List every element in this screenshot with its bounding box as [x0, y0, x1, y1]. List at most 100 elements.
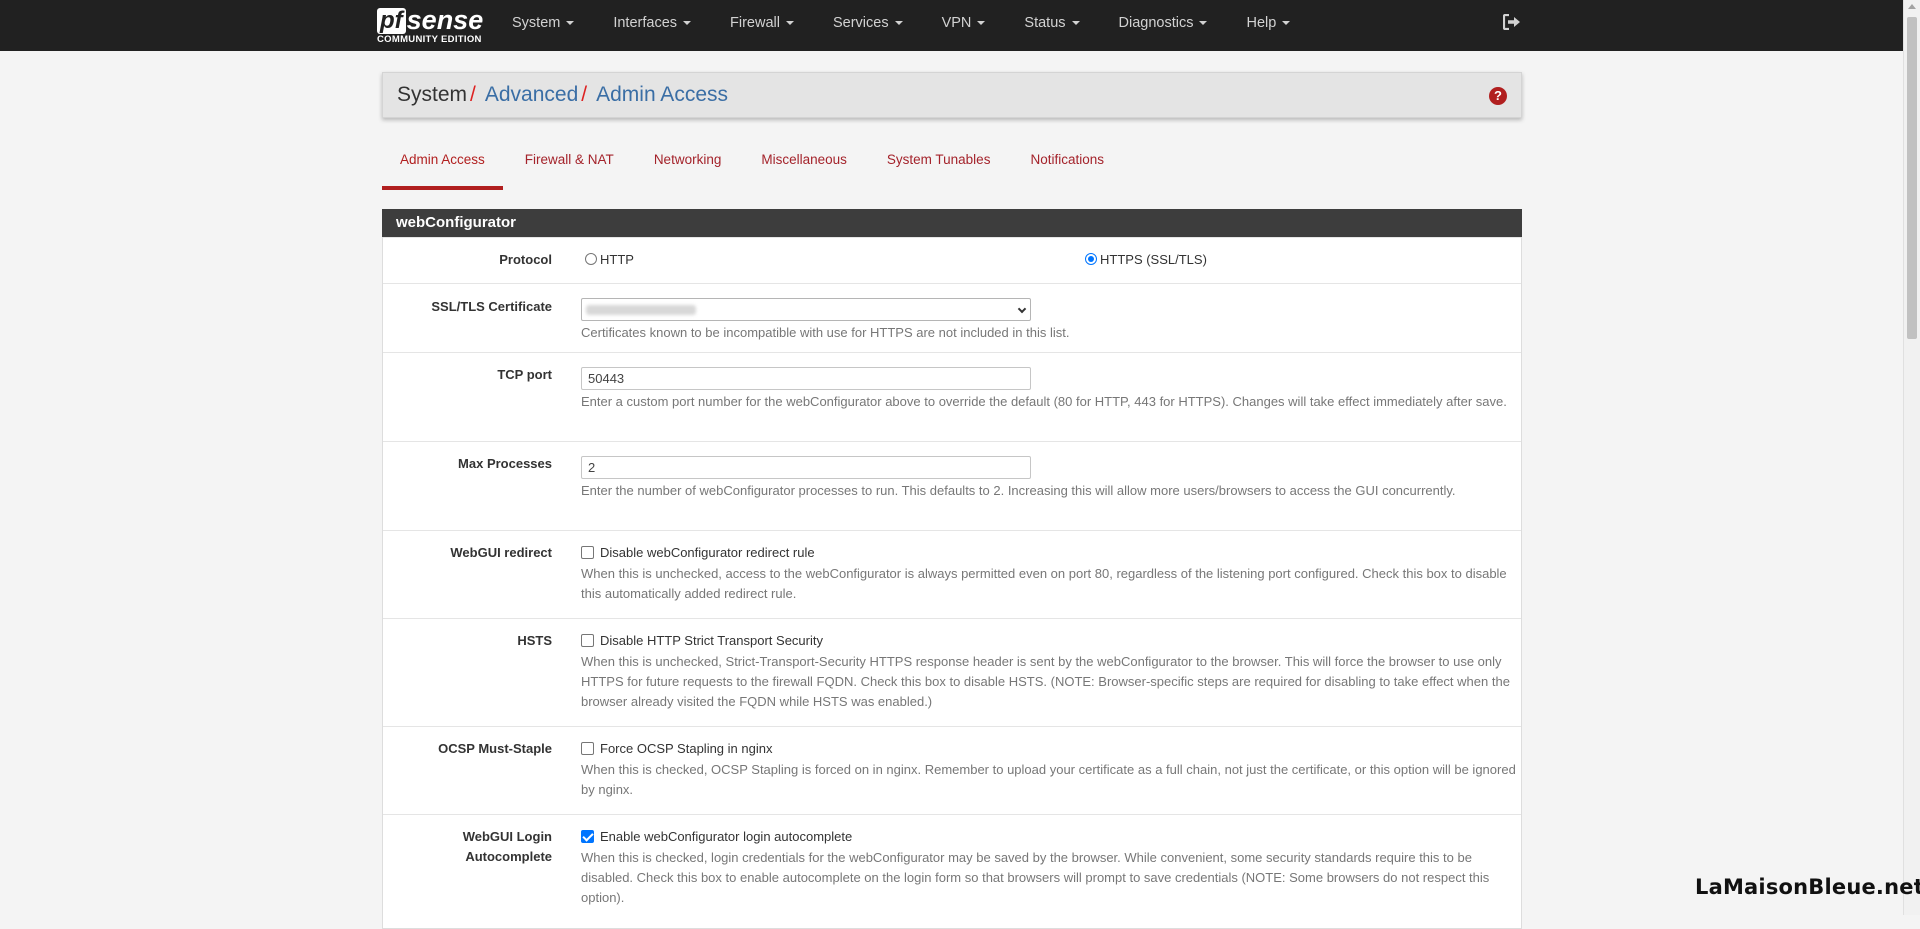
sign-out-icon[interactable]	[1502, 13, 1523, 34]
ssl-cert-label: SSL/TLS Certificate	[431, 299, 552, 314]
login-autocomplete-option[interactable]: Enable webConfigurator login autocomplet…	[581, 829, 852, 844]
max-processes-label: Max Processes	[458, 456, 552, 471]
ocsp-checkbox-label: Force OCSP Stapling in nginx	[600, 741, 773, 756]
webconfigurator-panel: webConfigurator Protocol HTTP HTTPS (SSL…	[382, 209, 1522, 929]
tcp-port-help: Enter a custom port number for the webCo…	[581, 394, 1507, 409]
nav-label: Help	[1246, 15, 1277, 31]
nav-label: Firewall	[730, 15, 780, 31]
https-radio-label: HTTPS (SSL/TLS)	[1100, 252, 1207, 267]
breadcrumb-system: System	[397, 83, 468, 106]
caret-down-icon	[1071, 21, 1080, 26]
webgui-redirect-checkbox[interactable]	[581, 546, 594, 559]
ocsp-help: When this is checked, OCSP Stapling is f…	[581, 762, 1516, 797]
login-autocomplete-label-line2: Autocomplete	[465, 849, 552, 864]
ssl-cert-select[interactable]	[581, 298, 1031, 321]
hsts-checkbox[interactable]	[581, 634, 594, 647]
login-autocomplete-checkbox[interactable]	[581, 830, 594, 843]
ocsp-checkbox[interactable]	[581, 742, 594, 755]
main-menu: System Interfaces Firewall Services VPN …	[512, 0, 1329, 51]
webgui-redirect-row: WebGUI redirect Disable webConfigurator …	[383, 530, 1521, 618]
nav-system[interactable]: System	[512, 0, 593, 51]
ssl-cert-field: Certificates known to be incompatible wi…	[581, 298, 1516, 343]
breadcrumb-separator: /	[470, 83, 476, 106]
cert-name-redacted	[586, 305, 696, 315]
nav-vpn[interactable]: VPN	[942, 0, 1005, 51]
login-autocomplete-checkbox-label: Enable webConfigurator login autocomplet…	[600, 829, 853, 844]
login-autocomplete-row: WebGUI Login Autocomplete Enable webConf…	[383, 814, 1521, 922]
page-scrollbar[interactable]	[1903, 0, 1920, 915]
nav-help[interactable]: Help	[1246, 0, 1309, 51]
chevron-down-icon	[1017, 304, 1027, 314]
protocol-label: Protocol	[499, 252, 552, 267]
breadcrumb-separator: /	[581, 83, 588, 106]
ocsp-option[interactable]: Force OCSP Stapling in nginx	[581, 741, 772, 756]
hsts-option[interactable]: Disable HTTP Strict Transport Security	[581, 633, 823, 648]
nav-firewall[interactable]: Firewall	[730, 0, 813, 51]
caret-down-icon	[683, 21, 692, 26]
tab-bar: Admin Access Firewall & NAT Networking M…	[382, 142, 1126, 190]
scroll-up-icon[interactable]	[1908, 4, 1916, 9]
tab-firewall-nat[interactable]: Firewall & NAT	[507, 142, 632, 188]
top-navbar: pf sense COMMUNITY EDITION System Interfa…	[0, 0, 1903, 51]
breadcrumb-admin-access[interactable]: Admin Access	[596, 83, 728, 106]
max-processes-field: 2 Enter the number of webConfigurator pr…	[581, 456, 1516, 501]
nav-label: VPN	[941, 15, 972, 31]
tab-notifications[interactable]: Notifications	[1012, 142, 1122, 188]
ocsp-field: Force OCSP Stapling in nginx When this i…	[581, 739, 1516, 800]
breadcrumb-advanced[interactable]: Advanced	[485, 83, 578, 106]
ssl-cert-help: Certificates known to be incompatible wi…	[581, 325, 1070, 340]
pfsense-logo[interactable]: pf sense COMMUNITY EDITION	[377, 4, 487, 46]
navbar-container: pf sense COMMUNITY EDITION System Interfa…	[377, 0, 1523, 51]
nav-interfaces[interactable]: Interfaces	[613, 0, 710, 51]
scrollbar-thumb[interactable]	[1907, 17, 1917, 339]
hsts-label: HSTS	[517, 633, 552, 648]
caret-down-icon	[894, 21, 903, 26]
breadcrumb-trail: System / Advanced / Admin Access	[397, 73, 728, 117]
tab-system-tunables[interactable]: System Tunables	[869, 142, 1009, 188]
max-processes-input[interactable]: 2	[581, 456, 1031, 479]
tab-admin-access[interactable]: Admin Access	[382, 142, 503, 190]
tab-miscellaneous[interactable]: Miscellaneous	[743, 142, 865, 188]
hsts-row: HSTS Disable HTTP Strict Transport Secur…	[383, 618, 1521, 726]
webgui-redirect-label: WebGUI redirect	[450, 545, 552, 560]
breadcrumb: System / Advanced / Admin Access ?	[382, 72, 1522, 118]
watermark: LaMaisonBleue.net	[1695, 875, 1920, 899]
caret-down-icon	[977, 21, 986, 26]
login-autocomplete-label-line1: WebGUI Login	[462, 829, 552, 844]
max-processes-row: Max Processes 2 Enter the number of webC…	[383, 441, 1521, 530]
logo-wordmark: pf sense	[377, 4, 483, 34]
webgui-redirect-option[interactable]: Disable webConfigurator redirect rule	[581, 545, 815, 560]
webgui-redirect-field: Disable webConfigurator redirect rule Wh…	[581, 543, 1516, 604]
protocol-https-option[interactable]: HTTPS (SSL/TLS)	[1085, 252, 1207, 267]
hsts-checkbox-label: Disable HTTP Strict Transport Security	[600, 633, 823, 648]
webgui-redirect-help: When this is unchecked, access to the we…	[581, 566, 1507, 601]
tab-networking[interactable]: Networking	[636, 142, 740, 188]
ssl-cert-row: SSL/TLS Certificate Certificates known t…	[383, 283, 1521, 352]
nav-status[interactable]: Status	[1024, 0, 1098, 51]
hsts-help: When this is unchecked, Strict-Transport…	[581, 654, 1510, 709]
tcp-port-input[interactable]: 50443	[581, 367, 1031, 390]
logo-pf: pf	[377, 8, 406, 34]
tcp-port-row: TCP port 50443 Enter a custom port numbe…	[383, 352, 1521, 441]
question-circle-icon[interactable]: ?	[1489, 87, 1507, 105]
nav-diagnostics[interactable]: Diagnostics	[1119, 0, 1227, 51]
tcp-port-field: 50443 Enter a custom port number for the…	[581, 367, 1516, 412]
panel-title: webConfigurator	[382, 209, 1522, 237]
login-autocomplete-help: When this is checked, login credentials …	[581, 850, 1490, 905]
ocsp-row: OCSP Must-Staple Force OCSP Stapling in …	[383, 726, 1521, 814]
caret-down-icon	[785, 21, 794, 26]
tcp-port-label: TCP port	[497, 367, 552, 382]
nav-services[interactable]: Services	[833, 0, 922, 51]
protocol-row: Protocol HTTP HTTPS (SSL/TLS)	[383, 237, 1521, 283]
nav-label: System	[512, 15, 561, 31]
protocol-http-option[interactable]: HTTP	[585, 252, 634, 267]
login-autocomplete-field: Enable webConfigurator login autocomplet…	[581, 827, 1516, 908]
logo-edition: COMMUNITY EDITION	[377, 34, 482, 45]
webgui-redirect-checkbox-label: Disable webConfigurator redirect rule	[600, 545, 815, 560]
nav-label: Services	[832, 15, 889, 31]
nav-label: Status	[1024, 15, 1066, 31]
https-radio[interactable]	[1085, 253, 1097, 265]
caret-down-icon	[1199, 21, 1208, 26]
logo-sense: sense	[406, 5, 484, 35]
http-radio[interactable]	[585, 253, 597, 265]
